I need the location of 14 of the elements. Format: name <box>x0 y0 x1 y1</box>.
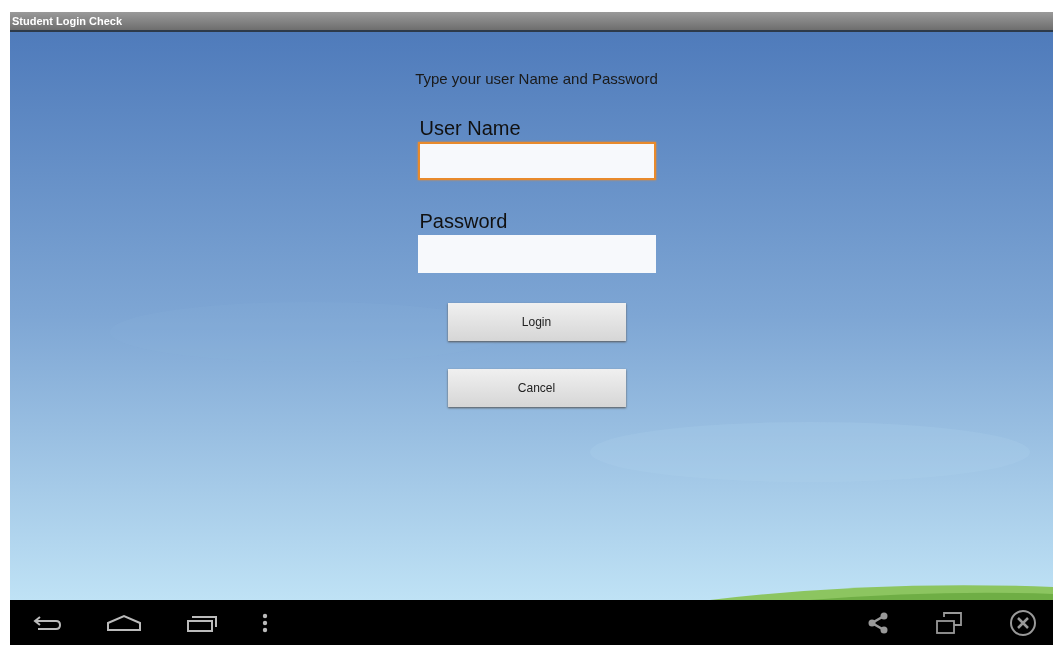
window-title: Student Login Check <box>10 12 1053 32</box>
instruction-text: Type your user Name and Password <box>415 70 658 87</box>
share-icon[interactable] <box>867 611 889 634</box>
input-field[interactable] <box>417 142 656 180</box>
input-field[interactable] <box>417 235 656 273</box>
field-label: User Name <box>419 117 522 140</box>
close-icon[interactable] <box>1009 608 1037 637</box>
menu-icon[interactable] <box>262 612 268 633</box>
home-icon[interactable] <box>106 613 142 632</box>
windows-icon[interactable] <box>935 610 963 635</box>
cancel-button[interactable]: Cancel <box>447 369 626 407</box>
field-label: Password <box>419 210 509 233</box>
back-icon[interactable] <box>32 613 62 632</box>
login-button[interactable]: Login <box>447 303 626 341</box>
